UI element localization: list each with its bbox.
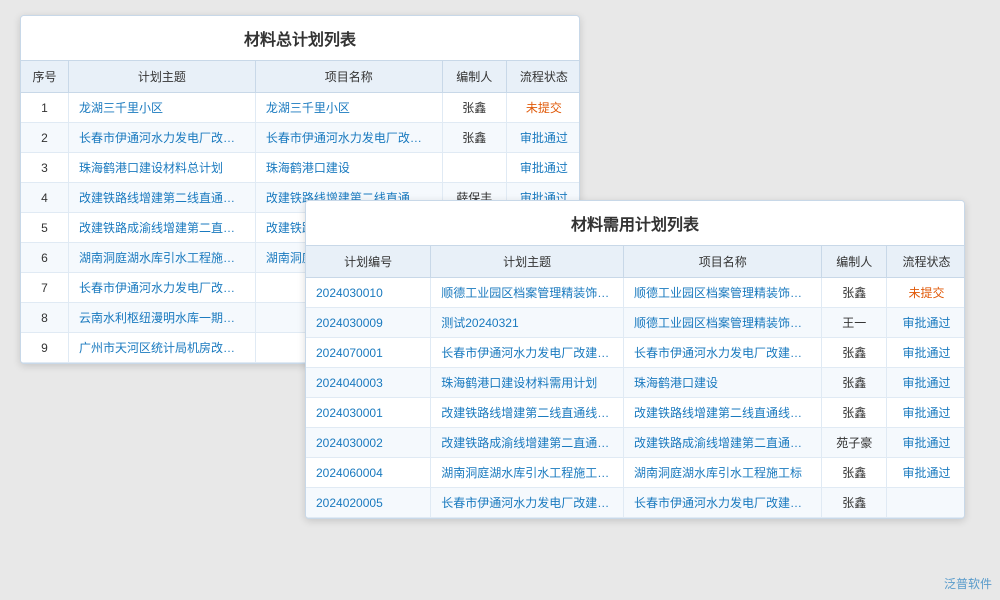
material-demand-plan-table: 材料需用计划列表 计划编号 计划主题 项目名称 编制人 流程状态 2024030… (305, 200, 965, 519)
plan-cell: 广州市天河区统计局机房改造项目材料总计划 (69, 333, 256, 363)
table-row[interactable]: 3 珠海鹤港口建设材料总计划 珠海鹤港口建设 审批通过 (21, 153, 580, 183)
status-cell: 审批通过 (506, 153, 580, 183)
status-cell: 审批通过 (887, 428, 965, 458)
table-row[interactable]: 2024040003 珠海鹤港口建设材料需用计划 珠海鹤港口建设 张鑫 审批通过 (306, 368, 965, 398)
table-row[interactable]: 2024030002 改建铁路成渝线增建第二直通线（成... 改建铁路成渝线增建… (306, 428, 965, 458)
table2-header-project: 项目名称 (624, 246, 822, 278)
status-cell: 审批通过 (887, 308, 965, 338)
code-cell: 2024030002 (306, 428, 431, 458)
status-cell: 审批通过 (887, 368, 965, 398)
project-cell: 长春市伊通河水力发电厂改建工程 (624, 488, 822, 518)
editor-cell: 张鑫 (442, 93, 506, 123)
seq-cell: 3 (21, 153, 69, 183)
plan-cell: 湖南洞庭湖水库引水工程施工标材料... (431, 458, 624, 488)
editor-cell: 张鑫 (822, 458, 887, 488)
status-cell: 审批通过 (887, 338, 965, 368)
plan-cell: 长春市伊通河水力发电厂改建工程材料总计划 (69, 273, 256, 303)
plan-cell: 测试20240321 (431, 308, 624, 338)
table-row[interactable]: 2024060004 湖南洞庭湖水库引水工程施工标材料... 湖南洞庭湖水库引水… (306, 458, 965, 488)
project-cell: 珠海鹤港口建设 (624, 368, 822, 398)
code-cell: 2024030010 (306, 278, 431, 308)
table2-title: 材料需用计划列表 (306, 201, 964, 246)
project-cell: 顺德工业园区档案管理精装饰工程（... (624, 308, 822, 338)
plan-cell: 改建铁路成渝线增建第二直通线（成... (431, 428, 624, 458)
plan-cell: 改建铁路成渝线增建第二直通线（成渝枢纽... (69, 213, 256, 243)
seq-cell: 6 (21, 243, 69, 273)
table2-header-code: 计划编号 (306, 246, 431, 278)
editor-cell: 张鑫 (822, 488, 887, 518)
project-cell: 长春市伊通河水力发电厂改建工程 (255, 123, 442, 153)
editor-cell: 张鑫 (442, 123, 506, 153)
table-row[interactable]: 2024030010 顺德工业园区档案管理精装饰工程（... 顺德工业园区档案管… (306, 278, 965, 308)
plan-cell: 长春市伊通河水力发电厂改建工程合同材料... (69, 123, 256, 153)
status-cell: 审批通过 (887, 398, 965, 428)
code-cell: 2024030001 (306, 398, 431, 428)
status-cell: 审批通过 (887, 458, 965, 488)
status-cell: 审批通过 (506, 123, 580, 153)
plan-cell: 湖南洞庭湖水库引水工程施工标材料总计划 (69, 243, 256, 273)
table1-header-editor: 编制人 (442, 61, 506, 93)
table-row[interactable]: 2024030009 测试20240321 顺德工业园区档案管理精装饰工程（..… (306, 308, 965, 338)
editor-cell: 张鑫 (822, 368, 887, 398)
editor-cell: 张鑫 (822, 278, 887, 308)
table-row[interactable]: 2024020005 长春市伊通河水力发电厂改建工程材... 长春市伊通河水力发… (306, 488, 965, 518)
status-cell: 未提交 (506, 93, 580, 123)
seq-cell: 9 (21, 333, 69, 363)
table1-header-status: 流程状态 (506, 61, 580, 93)
watermark: 泛普软件 (944, 575, 992, 592)
table1-header-plan: 计划主题 (69, 61, 256, 93)
project-cell: 顺德工业园区档案管理精装饰工程（... (624, 278, 822, 308)
table-row[interactable]: 1 龙湖三千里小区 龙湖三千里小区 张鑫 未提交 (21, 93, 580, 123)
code-cell: 2024030009 (306, 308, 431, 338)
table1-header-seq: 序号 (21, 61, 69, 93)
editor-cell: 张鑫 (822, 398, 887, 428)
code-cell: 2024060004 (306, 458, 431, 488)
editor-cell: 王一 (822, 308, 887, 338)
status-cell: 未提交 (887, 278, 965, 308)
table2-header-editor: 编制人 (822, 246, 887, 278)
table-row[interactable]: 2 长春市伊通河水力发电厂改建工程合同材料... 长春市伊通河水力发电厂改建工程… (21, 123, 580, 153)
code-cell: 2024040003 (306, 368, 431, 398)
project-cell: 改建铁路成渝线增建第二直通线（成... (624, 428, 822, 458)
plan-cell: 珠海鹤港口建设材料总计划 (69, 153, 256, 183)
plan-cell: 改建铁路线增建第二线直通线（成都-西安）... (69, 183, 256, 213)
table1-title: 材料总计划列表 (21, 16, 579, 61)
table2-header-row: 计划编号 计划主题 项目名称 编制人 流程状态 (306, 246, 965, 278)
seq-cell: 5 (21, 213, 69, 243)
plan-cell: 长春市伊通河水力发电厂改建工程合... (431, 338, 624, 368)
seq-cell: 4 (21, 183, 69, 213)
seq-cell: 1 (21, 93, 69, 123)
project-cell: 长春市伊通河水力发电厂改建工程 (624, 338, 822, 368)
project-cell: 改建铁路线增建第二线直通线（成都... (624, 398, 822, 428)
plan-cell: 珠海鹤港口建设材料需用计划 (431, 368, 624, 398)
plan-cell: 长春市伊通河水力发电厂改建工程材... (431, 488, 624, 518)
table1-header-project: 项目名称 (255, 61, 442, 93)
table1-header-row: 序号 计划主题 项目名称 编制人 流程状态 (21, 61, 580, 93)
code-cell: 2024070001 (306, 338, 431, 368)
table-row[interactable]: 2024070001 长春市伊通河水力发电厂改建工程合... 长春市伊通河水力发… (306, 338, 965, 368)
editor-cell (442, 153, 506, 183)
table2-header-plan: 计划主题 (431, 246, 624, 278)
plan-cell: 顺德工业园区档案管理精装饰工程（... (431, 278, 624, 308)
seq-cell: 2 (21, 123, 69, 153)
project-cell: 龙湖三千里小区 (255, 93, 442, 123)
code-cell: 2024020005 (306, 488, 431, 518)
seq-cell: 7 (21, 273, 69, 303)
plan-cell: 云南水利枢纽漫明水库一期工程施工标材料... (69, 303, 256, 333)
plan-cell: 改建铁路线增建第二线直通线（成都... (431, 398, 624, 428)
editor-cell: 苑子豪 (822, 428, 887, 458)
project-cell: 湖南洞庭湖水库引水工程施工标 (624, 458, 822, 488)
table2-header-status: 流程状态 (887, 246, 965, 278)
editor-cell: 张鑫 (822, 338, 887, 368)
project-cell: 珠海鹤港口建设 (255, 153, 442, 183)
table-row[interactable]: 2024030001 改建铁路线增建第二线直通线（成都... 改建铁路线增建第二… (306, 398, 965, 428)
plan-cell: 龙湖三千里小区 (69, 93, 256, 123)
seq-cell: 8 (21, 303, 69, 333)
status-cell (887, 488, 965, 518)
